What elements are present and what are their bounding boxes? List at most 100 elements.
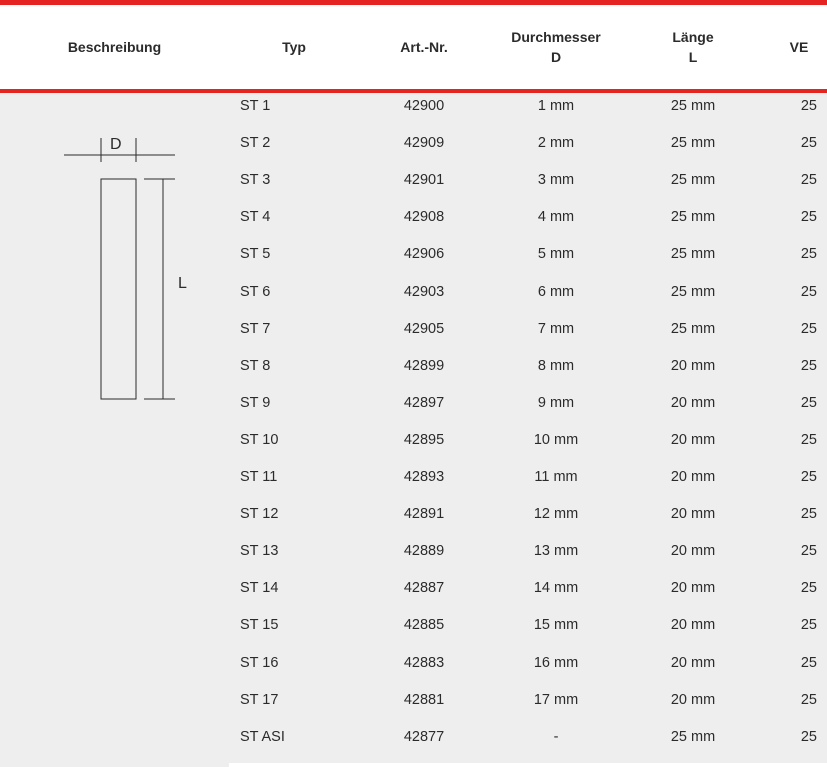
cell-art-nr: 42899 — [403, 357, 445, 374]
table-row: ST 2 42909 2 mm 25 mm 25 — [229, 130, 827, 170]
header-durchmesser-symbol: D — [550, 49, 562, 65]
cell-durchmesser: 10 mm — [533, 431, 579, 448]
cell-laenge: 20 mm — [670, 394, 716, 411]
cell-typ: ST 12 — [240, 506, 279, 523]
header-laenge-label: Länge — [672, 29, 714, 45]
cell-ve: 25 — [800, 283, 817, 300]
cell-art-nr: 42885 — [403, 617, 445, 634]
cell-ve: 25 — [800, 135, 817, 152]
cell-ve: 25 — [800, 172, 817, 189]
cell-typ: ST 16 — [240, 654, 279, 671]
table-row: ST 1 42900 1 mm 25 mm 25 — [229, 93, 827, 132]
cell-laenge: 25 mm — [670, 98, 716, 114]
cell-ve: 25 — [800, 357, 817, 374]
table-row: ST 4 42908 4 mm 25 mm 25 — [229, 204, 827, 244]
cell-durchmesser: 16 mm — [533, 654, 579, 671]
header-durchmesser-label: Durchmesser — [511, 29, 601, 45]
cell-ve: 25 — [800, 469, 817, 485]
cell-typ: ST 15 — [240, 617, 279, 634]
cell-laenge: 20 mm — [670, 691, 716, 708]
cell-art-nr: 42891 — [403, 506, 445, 523]
table-row: ST 10 42895 10 mm 20 mm 25 — [229, 426, 827, 466]
description-column: D L — [0, 93, 229, 767]
cell-typ: ST ASI — [240, 728, 285, 745]
table-row: ST 15 42885 15 mm 20 mm 25 — [229, 612, 827, 652]
cell-art-nr: 42893 — [403, 469, 445, 485]
cell-durchmesser: 8 mm — [537, 357, 575, 374]
cell-typ: ST 8 — [240, 357, 271, 374]
cell-typ: ST 5 — [240, 246, 271, 263]
table-row: ST 5 42906 5 mm 25 mm 25 — [229, 241, 827, 281]
table-row: ST 8 42899 8 mm 20 mm 25 — [229, 352, 827, 392]
cell-durchmesser: 12 mm — [533, 506, 579, 523]
cell-typ: ST 3 — [240, 172, 271, 189]
cell-laenge: 20 mm — [670, 431, 716, 448]
cell-typ: ST 13 — [240, 543, 279, 560]
cell-typ: ST 4 — [240, 209, 271, 226]
table-row: ST 7 42905 7 mm 25 mm 25 — [229, 315, 827, 355]
table-row: ST 12 42891 12 mm 20 mm 25 — [229, 501, 827, 541]
cell-durchmesser: - — [553, 728, 559, 745]
cell-art-nr: 42901 — [403, 172, 445, 189]
table-row: ST 9 42897 9 mm 20 mm 25 — [229, 389, 827, 429]
cell-typ: ST 17 — [240, 691, 279, 708]
cell-durchmesser: 13 mm — [533, 543, 579, 560]
cell-typ: ST 14 — [240, 580, 279, 597]
cell-laenge: 25 mm — [670, 283, 716, 300]
header-beschreibung-label: Beschreibung — [67, 39, 162, 55]
cell-ve: 25 — [800, 654, 817, 671]
cell-durchmesser: 14 mm — [533, 580, 579, 597]
cell-durchmesser: 11 mm — [534, 469, 578, 485]
cell-typ: ST 9 — [240, 394, 271, 411]
cell-typ: ST 2 — [240, 135, 271, 152]
cell-durchmesser: 5 mm — [537, 246, 575, 263]
table-row: ST 17 42881 17 mm 20 mm 25 — [229, 686, 827, 726]
cell-typ: ST 7 — [240, 320, 271, 337]
cell-laenge: 20 mm — [670, 506, 716, 523]
cell-ve: 25 — [800, 617, 817, 634]
cell-laenge: 20 mm — [670, 654, 716, 671]
cell-laenge: 20 mm — [670, 617, 716, 634]
table-row: ST 13 42889 13 mm 20 mm 25 — [229, 538, 827, 578]
length-label: L — [178, 275, 187, 292]
cell-laenge: 20 mm — [670, 469, 716, 485]
cell-art-nr: 42903 — [403, 283, 445, 300]
table-row: ST 16 42883 16 mm 20 mm 25 — [229, 649, 827, 689]
table-row: ST 6 42903 6 mm 25 mm 25 — [229, 278, 827, 318]
cell-durchmesser: 17 mm — [533, 691, 579, 708]
cell-durchmesser: 9 mm — [537, 394, 575, 411]
cell-art-nr: 42877 — [403, 728, 445, 745]
cell-laenge: 20 mm — [670, 357, 716, 374]
cell-art-nr: 42906 — [403, 246, 445, 263]
header-laenge-symbol: L — [688, 49, 698, 65]
cell-typ: ST 11 — [240, 469, 278, 485]
cell-ve: 25 — [800, 543, 817, 560]
cell-laenge: 25 mm — [670, 209, 716, 226]
header-beschreibung: Beschreibung — [0, 5, 229, 89]
diameter-label: D — [110, 136, 122, 153]
cell-ve: 25 — [800, 431, 817, 448]
cell-laenge: 20 mm — [670, 580, 716, 597]
cell-durchmesser: 3 mm — [537, 172, 575, 189]
cell-ve: 25 — [800, 246, 817, 263]
cell-durchmesser: 7 mm — [537, 320, 575, 337]
header-art-nr: Art.-Nr. — [369, 5, 479, 89]
cell-art-nr: 42881 — [403, 691, 445, 708]
cell-art-nr: 42909 — [403, 135, 445, 152]
table-row: ST ASI 42877 - 25 mm 25 — [229, 723, 827, 763]
cell-durchmesser: 4 mm — [537, 209, 575, 226]
cell-laenge: 25 mm — [670, 135, 716, 152]
cell-ve: 25 — [800, 728, 817, 745]
cell-durchmesser: 15 mm — [533, 617, 579, 634]
pin-dimension-drawing: D L — [64, 136, 187, 400]
cell-laenge: 25 mm — [670, 246, 716, 263]
cell-laenge: 25 mm — [670, 728, 716, 745]
header-ve-label: VE — [789, 39, 809, 55]
cell-art-nr: 42889 — [403, 543, 445, 560]
header-art-nr-label: Art.-Nr. — [400, 39, 448, 55]
cell-ve: 25 — [800, 506, 817, 523]
table-row: ST 11 42893 11 mm 20 mm 25 — [229, 464, 827, 503]
cell-ve: 25 — [800, 209, 817, 226]
cell-ve: 25 — [800, 394, 817, 411]
header-ve: VE — [779, 5, 819, 89]
